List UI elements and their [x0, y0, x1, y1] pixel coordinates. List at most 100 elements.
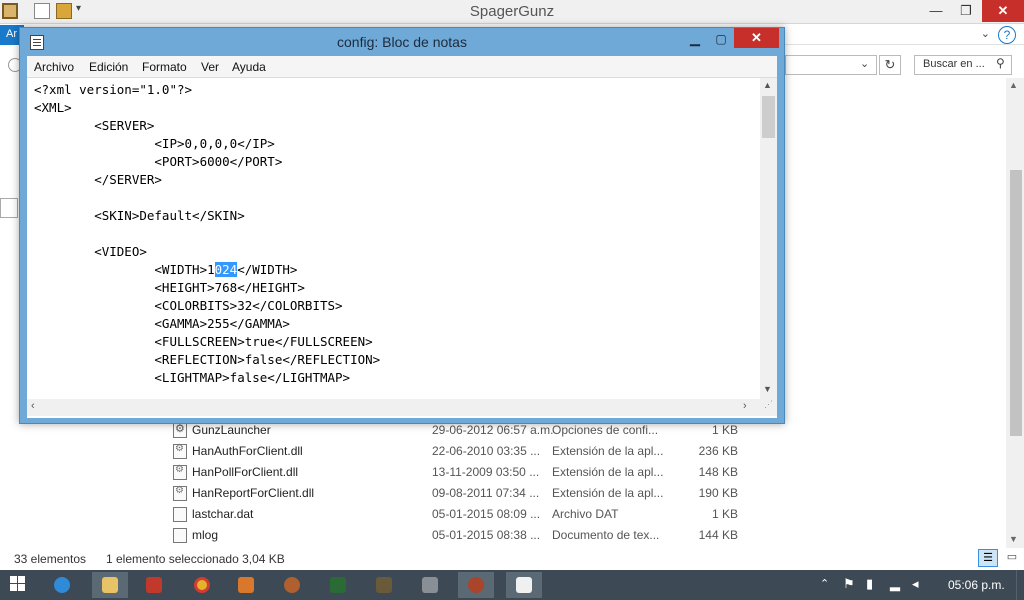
file-date: 13-11-2009 03:50 ... — [432, 465, 540, 479]
taskbar-app-ball-icon[interactable] — [458, 572, 494, 598]
file-type: Extensión de la apl... — [552, 465, 664, 479]
menu-formato[interactable]: Formato — [142, 60, 187, 74]
vertical-scrollbar[interactable]: ▲ ▼ — [760, 78, 777, 399]
explorer-titlebar: ▾ SpagerGunz — ❐ ✕ — [0, 0, 1024, 24]
selected-text: 024 — [214, 262, 238, 277]
taskbar-file-explorer-icon[interactable] — [92, 572, 128, 598]
taskbar-app-gear-icon[interactable] — [274, 572, 310, 598]
scroll-down-icon[interactable]: ▼ — [763, 384, 772, 394]
config-file-icon — [173, 422, 187, 438]
taskbar-app-orange-icon[interactable] — [228, 572, 264, 598]
file-name: HanReportForClient.dll — [192, 486, 315, 500]
taskbar-ie-icon[interactable] — [44, 572, 80, 598]
scroll-right-icon[interactable]: › — [743, 400, 747, 412]
text-before-selection: <?xml version="1.0"?> <XML> <SERVER> <IP… — [34, 82, 283, 277]
dll-file-icon — [173, 464, 187, 480]
text-editor[interactable]: <?xml version="1.0"?> <XML> <SERVER> <IP… — [27, 78, 777, 418]
text-after-selection: </WIDTH> <HEIGHT>768</HEIGHT> <COLORBITS… — [154, 262, 381, 385]
resize-grip-icon[interactable]: ⋰ — [760, 399, 777, 416]
taskbar-chrome-icon[interactable] — [184, 572, 220, 598]
search-placeholder: Buscar en ... — [923, 58, 985, 70]
scroll-left-icon[interactable]: ‹ — [31, 400, 35, 412]
clock[interactable]: 05:06 p.m. — [948, 578, 1005, 592]
notepad-titlebar[interactable]: config: Bloc de notas ▁ ▢ ✕ — [20, 28, 784, 55]
scroll-down-icon[interactable]: ▼ — [1009, 534, 1018, 544]
taskbar-app-red-icon[interactable] — [136, 572, 172, 598]
explorer-minimize-button[interactable]: — — [920, 0, 952, 22]
taskbar-app-mask-icon[interactable] — [412, 572, 448, 598]
explorer-maximize-button[interactable]: ❐ — [950, 0, 982, 22]
notepad-close-button[interactable]: ✕ — [734, 28, 779, 48]
file-icon — [173, 507, 187, 522]
large-icons-view-icon[interactable]: ▭ — [1002, 549, 1022, 567]
explorer-title: SpagerGunz — [469, 3, 555, 20]
file-type: Extensión de la apl... — [552, 444, 664, 458]
file-name: mlog — [192, 528, 219, 542]
list-item[interactable]: HanReportForClient.dll 09-08-2011 07:34 … — [165, 483, 765, 504]
scroll-up-icon[interactable]: ▲ — [763, 80, 772, 90]
navigation-pane-item[interactable] — [0, 198, 18, 218]
file-size: 1 KB — [711, 507, 738, 521]
file-date: 29-06-2012 06:57 a.m. — [432, 423, 554, 437]
explorer-close-button[interactable]: ✕ — [982, 0, 1024, 22]
notepad-minimize-button[interactable]: ▁ — [684, 30, 706, 48]
battery-icon[interactable]: ▮ — [866, 576, 873, 592]
notepad-title: config: Bloc de notas — [337, 34, 467, 50]
file-name: HanAuthForClient.dll — [192, 444, 303, 458]
file-type: Opciones de confi... — [552, 423, 659, 437]
horizontal-scrollbar[interactable]: ‹ › — [27, 399, 760, 416]
file-name: GunzLauncher — [192, 423, 271, 437]
file-date: 22-06-2010 03:35 ... — [432, 444, 541, 458]
chevron-down-icon[interactable]: ⌄ — [981, 27, 990, 40]
list-item[interactable]: mlog 05-01-2015 08:38 ... Documento de t… — [165, 525, 765, 546]
list-item[interactable]: HanAuthForClient.dll 22-06-2010 03:35 ..… — [165, 441, 765, 462]
details-view-icon[interactable]: ☰ — [978, 549, 998, 567]
help-icon[interactable]: ? — [998, 26, 1016, 44]
taskbar-notepad-icon[interactable] — [506, 572, 542, 598]
file-type: Extensión de la apl... — [552, 486, 664, 500]
selection-info: 1 elemento seleccionado 3,04 KB — [106, 552, 285, 566]
volume-icon[interactable]: ◂ — [912, 576, 919, 592]
text-file-icon — [173, 528, 187, 543]
action-center-icon[interactable]: ⚑ — [843, 576, 855, 592]
file-name: lastchar.dat — [192, 507, 254, 521]
taskbar-app-game-icon[interactable] — [366, 572, 402, 598]
file-type: Archivo DAT — [552, 507, 619, 521]
search-icon: ⚲ — [996, 56, 1005, 70]
menu-bar: Archivo Edición Formato Ver Ayuda — [27, 56, 777, 78]
show-desktop-button[interactable] — [1016, 570, 1024, 600]
menu-archivo[interactable]: Archivo — [34, 60, 74, 74]
notepad-maximize-button[interactable]: ▢ — [710, 30, 732, 48]
menu-ver[interactable]: Ver — [201, 60, 219, 74]
taskbar-app-green-icon[interactable] — [320, 572, 356, 598]
network-icon[interactable]: ▂ — [890, 576, 900, 592]
file-name: HanPollForClient.dll — [192, 465, 299, 479]
item-count: 33 elementos — [14, 552, 87, 566]
editor-text[interactable]: <?xml version="1.0"?> <XML> <SERVER> <IP… — [34, 81, 761, 399]
taskbar: ⌃ ⚑ ▮ ▂ ◂ 05:06 p.m. — [0, 570, 1024, 600]
status-bar: 33 elementos 1 elemento seleccionado 3,0… — [0, 548, 1024, 570]
file-size: 148 KB — [698, 465, 738, 479]
dll-file-icon — [173, 443, 187, 459]
file-size: 1 KB — [711, 423, 738, 437]
list-item[interactable]: HanPollForClient.dll 13-11-2009 03:50 ..… — [165, 462, 765, 483]
scroll-up-icon[interactable]: ▲ — [1009, 80, 1018, 90]
explorer-scroll-thumb[interactable] — [1010, 170, 1022, 436]
file-type: Documento de tex... — [552, 528, 660, 542]
chevron-down-icon[interactable]: ⌄ — [860, 57, 869, 70]
file-date: 05-01-2015 08:38 ... — [432, 528, 541, 542]
list-item[interactable]: lastchar.dat 05-01-2015 08:09 ... Archiv… — [165, 504, 765, 525]
file-date: 05-01-2015 08:09 ... — [432, 507, 541, 521]
menu-ayuda[interactable]: Ayuda — [232, 60, 266, 74]
chevron-up-icon[interactable]: ⌃ — [820, 577, 829, 590]
refresh-button[interactable]: ↻ — [879, 55, 901, 75]
file-date: 09-08-2011 07:34 ... — [432, 486, 540, 500]
notepad-window: config: Bloc de notas ▁ ▢ ✕ Archivo Edic… — [19, 27, 785, 424]
file-size: 144 KB — [698, 528, 738, 542]
menu-edicion[interactable]: Edición — [89, 60, 128, 74]
vertical-scroll-thumb[interactable] — [762, 96, 775, 138]
dll-file-icon — [173, 485, 187, 501]
start-button[interactable] — [10, 576, 26, 592]
file-size: 236 KB — [698, 444, 738, 458]
file-size: 190 KB — [698, 486, 738, 500]
